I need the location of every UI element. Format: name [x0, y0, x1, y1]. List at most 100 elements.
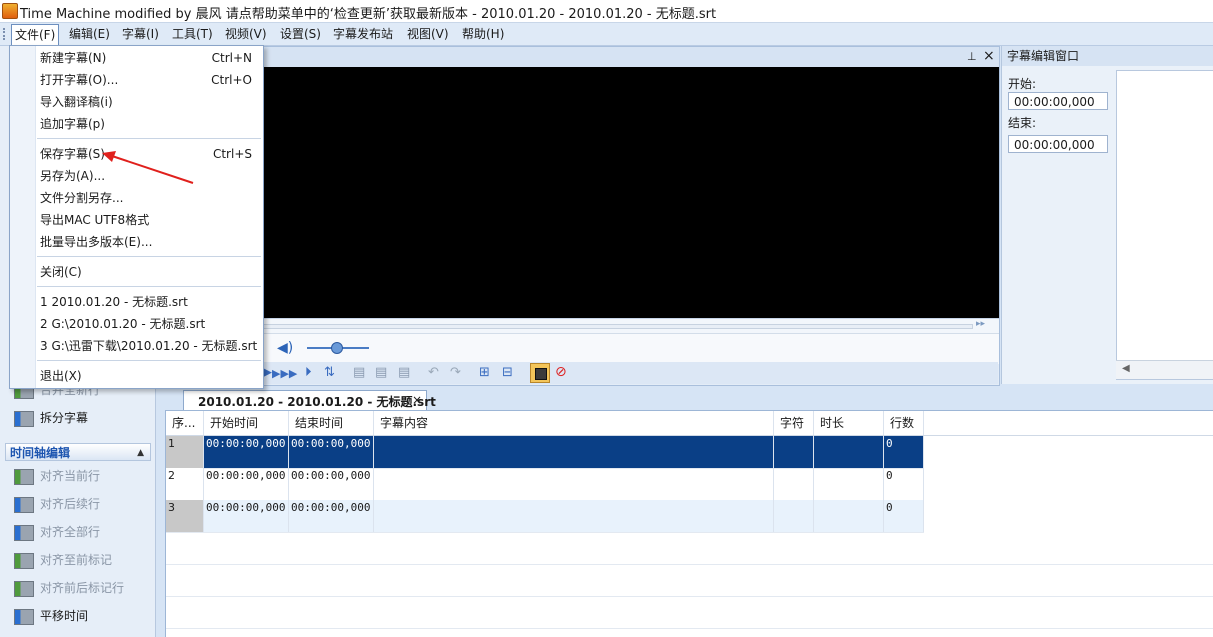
- cell-end: 00:00:00,000: [289, 436, 374, 468]
- grip-icon: [3, 28, 7, 40]
- align-prev-mark-icon: [14, 552, 34, 569]
- menu-file[interactable]: 文件(F): [11, 24, 60, 45]
- collapse-icon[interactable]: ▲: [137, 444, 144, 462]
- menu-view[interactable]: 视图(V): [404, 26, 452, 42]
- redo-icon[interactable]: ↷: [450, 365, 461, 380]
- app-icon: [2, 3, 18, 19]
- undo-icon[interactable]: ↶: [428, 365, 439, 380]
- menu-item-recent-3[interactable]: 3 G:\迅雷下载\2010.01.20 - 无标题.srt: [40, 335, 258, 357]
- menu-item-split-save-as[interactable]: 文件分割另存...: [40, 187, 258, 209]
- cell-lines: 0: [884, 468, 924, 500]
- menu-settings[interactable]: 设置(S): [277, 26, 324, 42]
- cell-chars: [774, 468, 814, 500]
- split-subtitle-button[interactable]: 拆分字幕: [14, 406, 88, 430]
- fast-forward-icon[interactable]: ▶▶▶: [272, 367, 297, 380]
- align-current-icon: [14, 468, 34, 485]
- shift-time-button[interactable]: 平移时间: [14, 604, 88, 628]
- seek-track[interactable]: [181, 324, 973, 329]
- menu-item-append-subtitle[interactable]: 追加字幕(p): [40, 113, 258, 135]
- menu-item-open-subtitle[interactable]: 打开字幕(O)... Ctrl+O: [40, 69, 258, 91]
- align-all-lines-button[interactable]: 对齐全部行: [14, 520, 100, 544]
- cell-seq: 3: [166, 500, 204, 532]
- cell-seq: 2: [166, 468, 204, 500]
- video-display[interactable]: [161, 67, 999, 318]
- editor-panel-title: 字幕编辑窗口: [1002, 46, 1213, 66]
- menu-help[interactable]: 帮助(H): [459, 26, 507, 42]
- file-menu-dropdown: 新建字幕(N) Ctrl+N 打开字幕(O)... Ctrl+O 导入翻译稿(i) …: [9, 45, 264, 389]
- title-bar: Time Machine modified by 晨风 请点帮助菜单中的‘检查更…: [0, 0, 1213, 23]
- align-following-lines-button[interactable]: 对齐后续行: [14, 492, 100, 516]
- menu-subtitle[interactable]: 字幕(I): [119, 26, 162, 42]
- column-lines[interactable]: 行数: [884, 411, 924, 435]
- table-row[interactable]: 2 00:00:00,000 00:00:00,000 0: [166, 468, 924, 501]
- menu-item-close[interactable]: 关闭(C): [40, 261, 258, 283]
- menu-item-save-subtitle[interactable]: 保存字幕(S) Ctrl+S: [40, 143, 258, 165]
- table-row[interactable]: 3 00:00:00,000 00:00:00,000 0: [166, 500, 924, 533]
- menu-tools[interactable]: 工具(T): [169, 26, 216, 42]
- align-current-line-button[interactable]: 对齐当前行: [14, 464, 100, 488]
- insert-icon[interactable]: ⊞: [479, 365, 490, 380]
- column-chars[interactable]: 字符: [774, 411, 814, 435]
- volume-icon[interactable]: ◀): [277, 340, 293, 356]
- start-label: 开始:: [1008, 77, 1037, 91]
- menu-separator: [37, 286, 261, 287]
- cell-text: [374, 500, 774, 532]
- cell-lines: 0: [884, 436, 924, 468]
- align-center-icon[interactable]: ▤: [375, 365, 387, 380]
- cell-start: 00:00:00,000: [204, 468, 289, 500]
- column-end[interactable]: 结束时间: [289, 411, 374, 435]
- seek-bar[interactable]: ▸▸: [161, 318, 999, 333]
- split-icon: [14, 410, 34, 427]
- start-time-field[interactable]: 00:00:00,000: [1008, 92, 1108, 110]
- scroll-left-icon[interactable]: ◀: [1122, 363, 1130, 374]
- seek-end-icon: ▸▸: [976, 319, 986, 329]
- video-panel: ⊥ × ▸▸ ◀): [160, 46, 1000, 386]
- subtitle-grid: 序... 开始时间 结束时间 字幕内容 字符 时长 行数 1 00:00:00,…: [165, 411, 1213, 637]
- menu-bar: 文件(F) 编辑(E) 字幕(I) 工具(T) 视频(V) 设置(S) 字幕发布…: [0, 23, 1213, 46]
- end-label: 结束:: [1008, 116, 1037, 130]
- cell-chars: [774, 500, 814, 532]
- menu-item-recent-1[interactable]: 1 2010.01.20 - 无标题.srt: [40, 291, 258, 313]
- timeline-section-header[interactable]: 时间轴编辑 ▲: [5, 443, 151, 461]
- subtitle-text-area[interactable]: [1116, 70, 1213, 380]
- align-marked-lines-button[interactable]: 对齐前后标记行: [14, 576, 124, 600]
- menu-item-exit[interactable]: 退出(X): [40, 365, 258, 387]
- subtitle-editor-panel: 字幕编辑窗口 开始: 00:00:00,000 结束: 00:00:00,000…: [1001, 46, 1213, 384]
- menu-gutter: [10, 46, 36, 388]
- align-left-icon[interactable]: ▤: [353, 365, 365, 380]
- menu-edit[interactable]: 编辑(E): [66, 26, 113, 42]
- horizontal-scrollbar[interactable]: ◀: [1116, 360, 1213, 379]
- menu-item-export-mac-utf8[interactable]: 导出MAC UTF8格式: [40, 209, 258, 231]
- tab-close-icon[interactable]: ×: [412, 393, 422, 407]
- align-following-icon: [14, 496, 34, 513]
- step-icon[interactable]: ⏵: [305, 365, 312, 380]
- column-duration[interactable]: 时长: [814, 411, 884, 435]
- pin-icon[interactable]: ⊥: [967, 50, 977, 63]
- no-sync-icon[interactable]: ⊘: [555, 364, 567, 380]
- close-icon[interactable]: ×: [983, 48, 995, 64]
- save-toggle-icon[interactable]: [530, 363, 550, 383]
- menu-publish-site[interactable]: 字幕发布站: [330, 26, 396, 42]
- menu-video[interactable]: 视频(V): [222, 26, 270, 42]
- cell-lines: 0: [884, 500, 924, 532]
- column-start[interactable]: 开始时间: [204, 411, 289, 435]
- document-tab[interactable]: 2010.01.20 - 2010.01.20 - 无标题.srt ×: [183, 390, 436, 410]
- align-prev-mark-button[interactable]: 对齐至前标记: [14, 548, 112, 572]
- menu-item-import-translation[interactable]: 导入翻译稿(i): [40, 91, 258, 113]
- menu-item-new-subtitle[interactable]: 新建字幕(N) Ctrl+N: [40, 47, 258, 69]
- menu-item-save-as[interactable]: 另存为(A)...: [40, 165, 258, 187]
- cell-chars: [774, 436, 814, 468]
- empty-row: [166, 564, 1213, 597]
- column-seq[interactable]: 序...: [166, 411, 204, 435]
- align-right-icon[interactable]: ▤: [398, 365, 410, 380]
- delete-icon[interactable]: ⊟: [502, 365, 513, 380]
- align-all-icon: [14, 524, 34, 541]
- end-time-field[interactable]: 00:00:00,000: [1008, 135, 1108, 153]
- table-row[interactable]: 1 00:00:00,000 00:00:00,000 0: [166, 436, 924, 469]
- volume-knob[interactable]: [331, 342, 343, 354]
- column-text[interactable]: 字幕内容: [374, 411, 774, 435]
- menu-item-batch-export[interactable]: 批量导出多版本(E)...: [40, 231, 258, 253]
- menu-item-recent-2[interactable]: 2 G:\2010.01.20 - 无标题.srt: [40, 313, 258, 335]
- cell-start: 00:00:00,000: [204, 500, 289, 532]
- sort-icon[interactable]: ⇅: [324, 365, 335, 380]
